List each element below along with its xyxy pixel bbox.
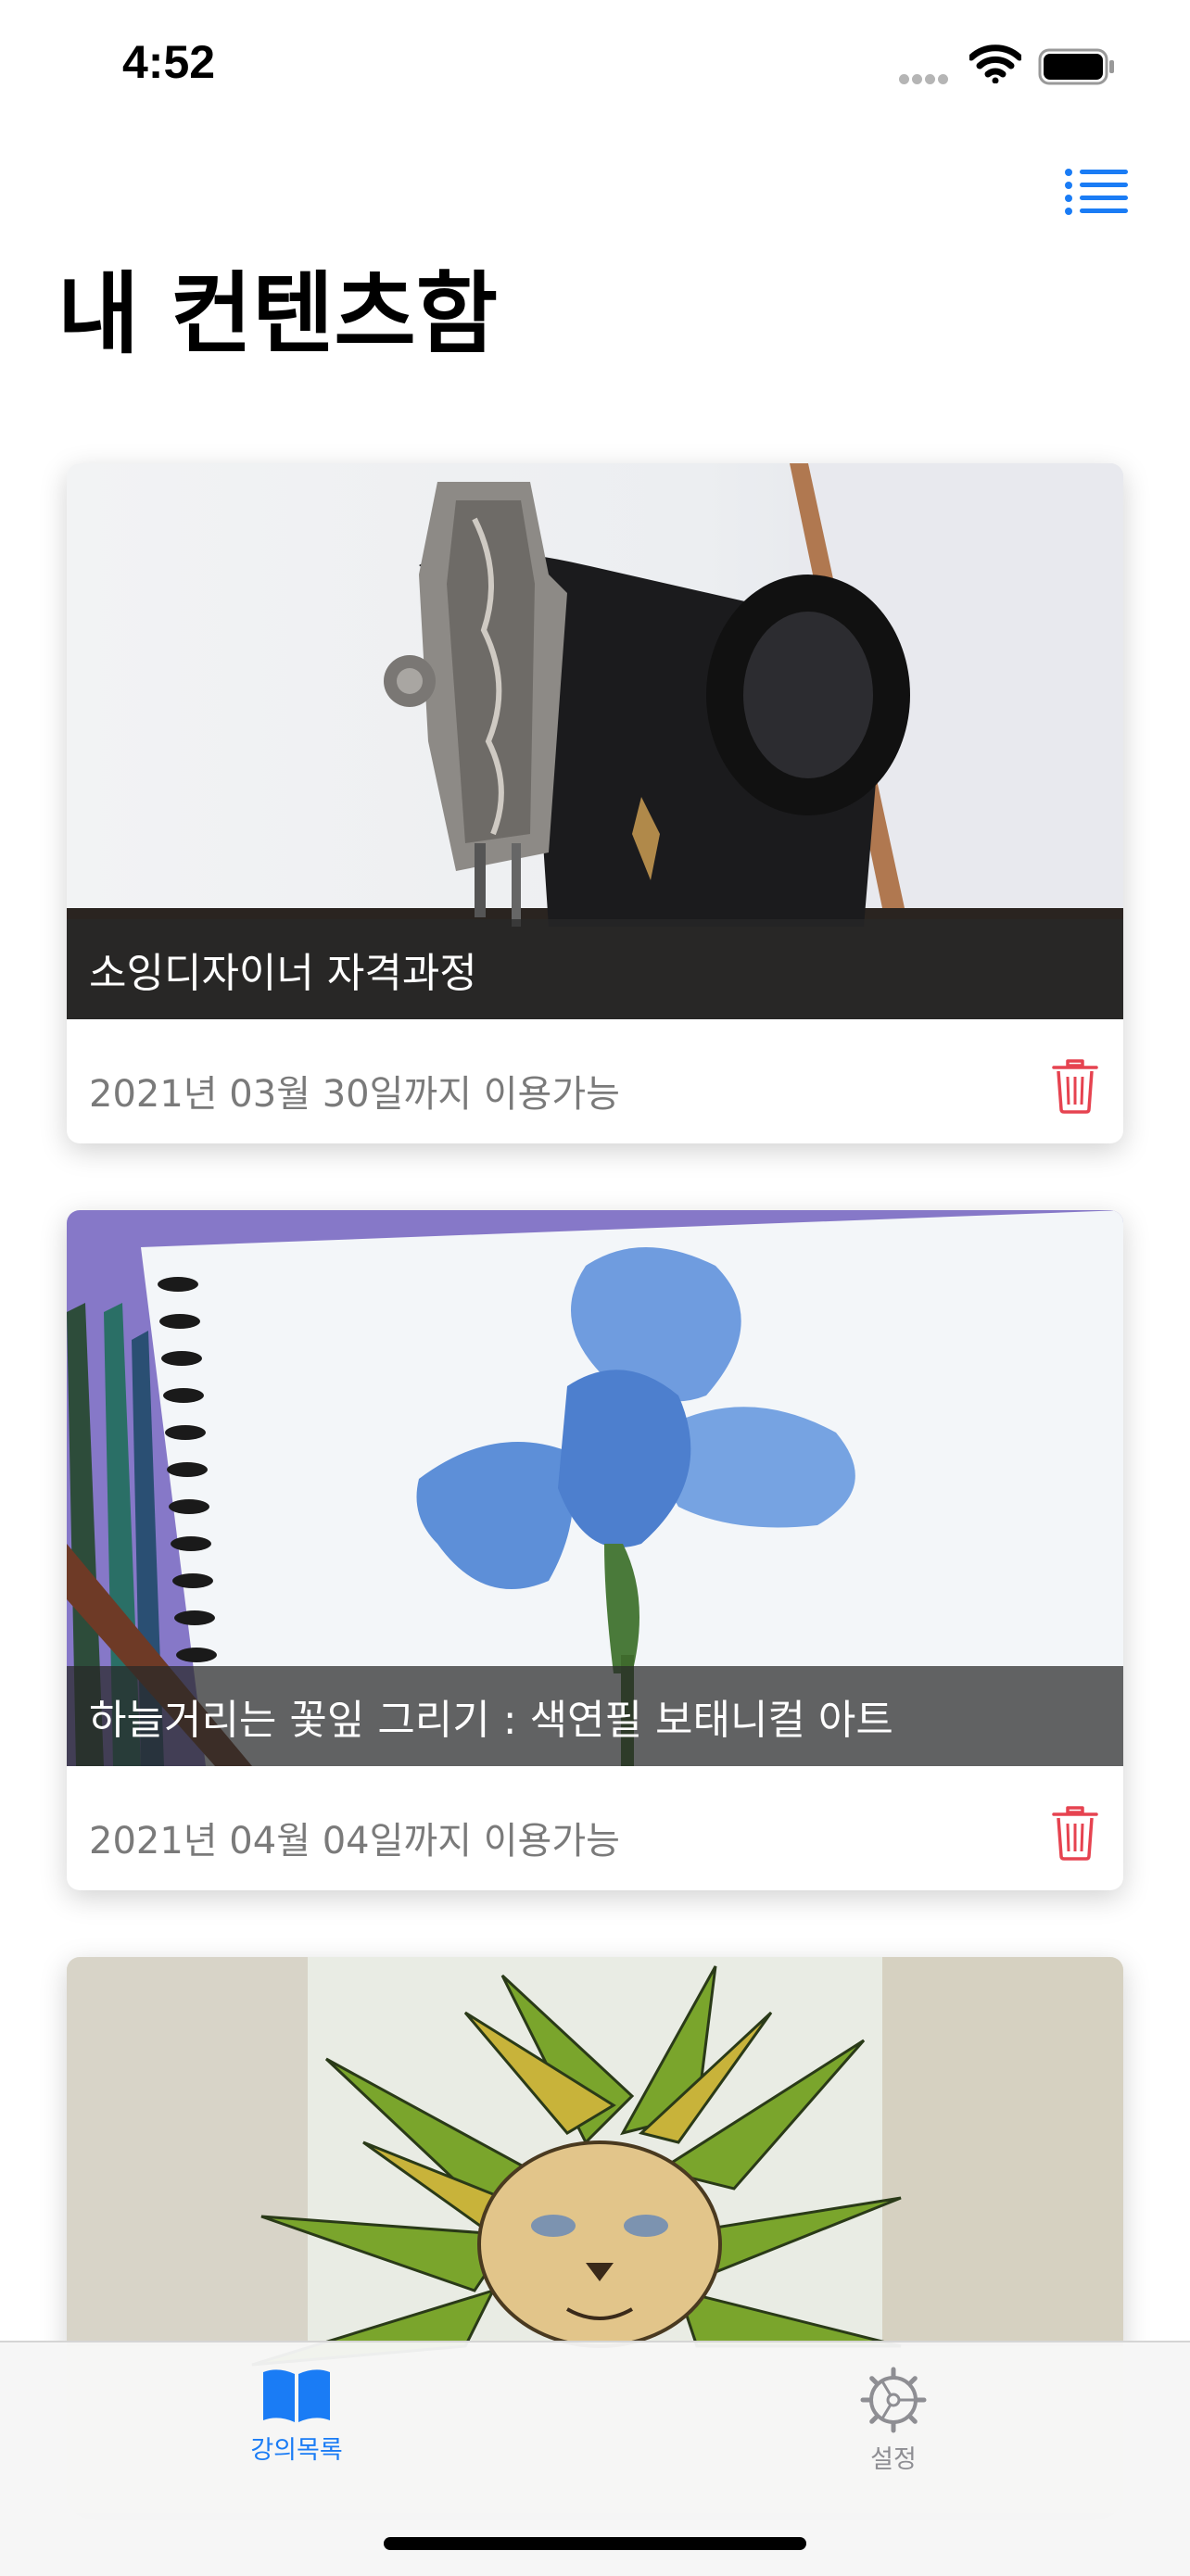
wifi-icon	[969, 44, 1021, 83]
delete-button[interactable]	[1051, 1058, 1099, 1114]
tab-course-list[interactable]: 강의목록	[185, 2367, 408, 2466]
course-title: 하늘거리는 꽃잎 그리기 : 색연필 보태니컬 아트	[89, 1697, 893, 1744]
battery-icon	[1038, 48, 1114, 85]
delete-button[interactable]	[1051, 1805, 1099, 1861]
page-title: 내 컨텐츠함	[57, 262, 499, 366]
tab-label: 강의목록	[250, 2436, 343, 2465]
trash-icon	[1052, 1806, 1098, 1861]
course-thumbnail[interactable]: 하늘거리는 꽃잎 그리기 : 색연필 보태니컬 아트	[67, 1210, 1123, 1766]
course-card[interactable]: 소잉디자이너 자격과정 2021년 03월 30일까지 이용가능	[67, 463, 1123, 1143]
course-title-overlay: 소잉디자이너 자격과정	[67, 919, 1123, 1019]
expiry-date: 2021년 04월 04일까지 이용가능	[89, 1820, 620, 1863]
list-icon	[1065, 169, 1128, 215]
course-thumbnail[interactable]: 소잉디자이너 자격과정	[67, 463, 1123, 1019]
cellular-signal-icon	[899, 70, 951, 88]
status-bar: 4:52	[0, 0, 1190, 130]
card-footer: 2021년 04월 04일까지 이용가능	[67, 1766, 1123, 1890]
expiry-date: 2021년 03월 30일까지 이용가능	[89, 1073, 620, 1116]
course-card[interactable]: 하늘거리는 꽃잎 그리기 : 색연필 보태니컬 아트 2021년 04월 04일…	[67, 1210, 1123, 1890]
list-menu-button[interactable]	[1064, 167, 1129, 219]
course-title: 소잉디자이너 자격과정	[89, 950, 477, 997]
trash-icon	[1052, 1059, 1098, 1114]
book-icon	[263, 2369, 330, 2422]
tab-label: 설정	[870, 2445, 917, 2474]
course-title-overlay: 하늘거리는 꽃잎 그리기 : 색연필 보태니컬 아트	[67, 1666, 1123, 1766]
status-time: 4:52	[122, 36, 216, 88]
home-indicator	[384, 2537, 806, 2550]
card-footer: 2021년 03월 30일까지 이용가능	[67, 1019, 1123, 1143]
gear-icon	[860, 2367, 927, 2433]
tab-settings[interactable]: 설정	[782, 2367, 1005, 2475]
